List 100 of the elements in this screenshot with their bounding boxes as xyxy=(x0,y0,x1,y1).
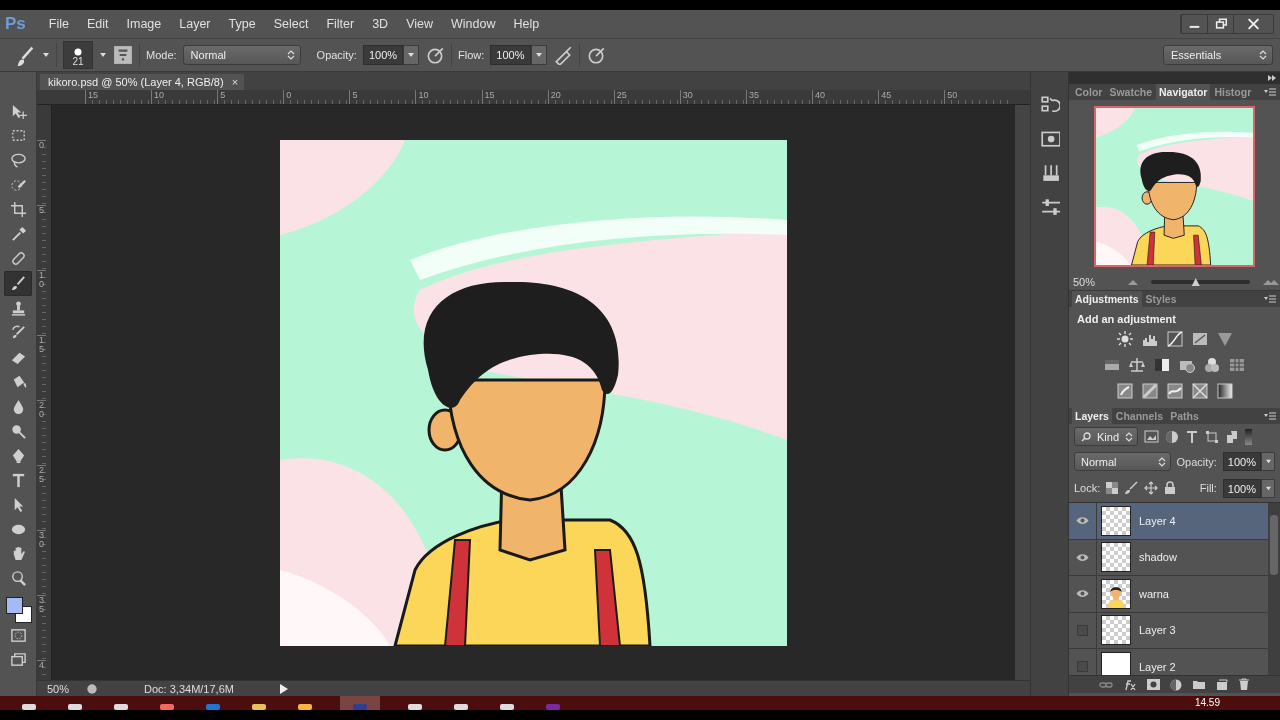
play-icon xyxy=(279,682,289,695)
slider-thumb[interactable] xyxy=(1191,278,1200,286)
smart-object-filter-icon xyxy=(1225,429,1239,444)
app-icon xyxy=(353,704,367,710)
sun-adjustment-button[interactable] xyxy=(1115,330,1134,348)
curve-icon xyxy=(1165,330,1184,348)
circles-adjustment-button[interactable] xyxy=(1203,356,1221,374)
zoom-in-icon xyxy=(1262,278,1280,286)
eye-icon[interactable] xyxy=(1076,516,1089,526)
sun-icon xyxy=(1115,330,1134,348)
diagonal-square-adjustment-button[interactable] xyxy=(1140,382,1159,400)
balance-icon xyxy=(1128,356,1146,374)
half-square-adjustment-button[interactable] xyxy=(1153,356,1171,374)
brush-tool[interactable] xyxy=(4,271,32,296)
brush-panel-icon xyxy=(113,45,133,65)
stamp-icon xyxy=(9,299,27,317)
gradient-square-adjustment-button[interactable] xyxy=(1215,382,1234,400)
brush-preset-picker[interactable]: 21 xyxy=(63,41,93,69)
mode-dropdown[interactable]: Normal xyxy=(182,45,301,65)
eye-icon[interactable] xyxy=(1076,589,1089,599)
menu-item[interactable]: 3D xyxy=(363,17,398,31)
caret-icon xyxy=(407,52,416,58)
ruler-label: 20 xyxy=(547,90,614,104)
menu-item[interactable]: Filter xyxy=(317,17,364,31)
layer-name: Layer 4 xyxy=(1139,514,1176,527)
collapse-icon xyxy=(1268,75,1276,81)
workspace-dropdown[interactable]: Essentials xyxy=(1163,45,1273,65)
bandage-icon xyxy=(9,250,27,268)
panel-tab[interactable]: Adjustments xyxy=(1072,291,1142,307)
layer-row[interactable]: shadow xyxy=(1069,539,1268,576)
tab-close-button[interactable]: × xyxy=(231,76,239,88)
layer-row[interactable]: Layer 3 xyxy=(1069,612,1268,649)
ruler-label: 0 xyxy=(283,90,350,104)
zoom-field[interactable]: 50% xyxy=(1073,276,1122,288)
fill-label: Fill: xyxy=(1199,482,1217,494)
slash-square-icon xyxy=(1115,382,1134,400)
menu-item[interactable]: Help xyxy=(504,17,549,31)
ruler-label: 10 xyxy=(151,90,218,104)
app-icon xyxy=(206,704,220,710)
menu-item[interactable]: Window xyxy=(442,17,505,31)
ruler-label: 5 xyxy=(349,90,416,104)
app-icon xyxy=(114,704,128,710)
grid-adjustment-button[interactable] xyxy=(1228,356,1246,374)
filter-toggle[interactable] xyxy=(1245,428,1252,445)
ruler-label: 15 xyxy=(37,335,46,400)
layer-row[interactable]: warna xyxy=(1069,576,1268,613)
ruler-label: 5 xyxy=(37,205,46,270)
zoom-slider[interactable] xyxy=(1151,280,1250,284)
menu-item[interactable]: Image xyxy=(117,17,171,31)
document-tab[interactable]: kikoro.psd @ 50% (Layer 4, RGB/8) × xyxy=(40,74,245,90)
ruler-label: 15 xyxy=(481,90,548,104)
caret-icon xyxy=(1264,485,1272,491)
app-logo: Ps xyxy=(5,14,26,34)
menu-item[interactable]: Layer xyxy=(170,17,220,31)
menu-item[interactable]: View xyxy=(397,17,443,31)
caret-icon xyxy=(1264,459,1272,464)
eye-icon[interactable] xyxy=(1076,552,1089,562)
shape-filter-icon xyxy=(1205,429,1219,444)
ruler-label: 45 xyxy=(878,90,945,104)
balance-adjustment-button[interactable] xyxy=(1128,356,1146,374)
menu-item[interactable]: Edit xyxy=(77,17,118,31)
cross-square-adjustment-button[interactable] xyxy=(1190,382,1209,400)
wave-square-adjustment-button[interactable] xyxy=(1165,382,1184,400)
eyedropper-icon xyxy=(9,225,27,243)
ruler-label: 10 xyxy=(415,90,482,104)
history-panel-icon xyxy=(1039,94,1060,114)
panel-tab[interactable]: Layers xyxy=(1072,408,1112,424)
visibility-checkbox[interactable] xyxy=(1077,624,1088,636)
adjustment-filter-icon xyxy=(1165,429,1179,444)
flow-label: Flow: xyxy=(458,49,485,61)
brush-tip-icon xyxy=(74,48,82,56)
color-swatches xyxy=(4,594,32,623)
cross-square-icon xyxy=(1190,382,1209,400)
menu-item[interactable]: Type xyxy=(219,17,265,31)
curve-adjustment-button[interactable] xyxy=(1165,330,1184,348)
adjustments-heading: Add an adjustment xyxy=(1076,312,1177,327)
mask-icon xyxy=(1147,679,1160,690)
airbrush-icon xyxy=(552,45,573,65)
menu-item[interactable]: File xyxy=(39,17,78,31)
ruler-label: 25 xyxy=(613,90,680,104)
type-filter-icon xyxy=(1185,429,1199,444)
lock-brush-icon xyxy=(1124,481,1139,495)
diagonal-square-icon xyxy=(1140,382,1159,400)
app-icon xyxy=(454,704,468,710)
triangle-adjustment-button[interactable] xyxy=(1215,330,1234,348)
opacity-label: Opacity: xyxy=(316,49,357,61)
wave-square-icon xyxy=(1165,382,1184,400)
exposure-adjustment-button[interactable] xyxy=(1190,330,1209,348)
image-filter-icon xyxy=(1144,430,1159,443)
scrollbar[interactable] xyxy=(1268,503,1280,675)
panel-tab[interactable]: Navigator xyxy=(1156,84,1211,100)
blend-mode-dropdown[interactable]: Normal xyxy=(1074,452,1171,471)
layer-filter-dropdown[interactable]: Kind xyxy=(1074,427,1138,446)
document-info: Doc: 3,34M/17,6M xyxy=(143,682,235,695)
app-icon xyxy=(408,704,422,710)
layer-row[interactable]: Layer 4 xyxy=(1069,503,1268,540)
menu-item[interactable]: Select xyxy=(264,17,318,31)
visibility-checkbox[interactable] xyxy=(1077,661,1088,673)
scrollbar[interactable] xyxy=(1015,105,1030,680)
slash-square-adjustment-button[interactable] xyxy=(1115,382,1134,400)
